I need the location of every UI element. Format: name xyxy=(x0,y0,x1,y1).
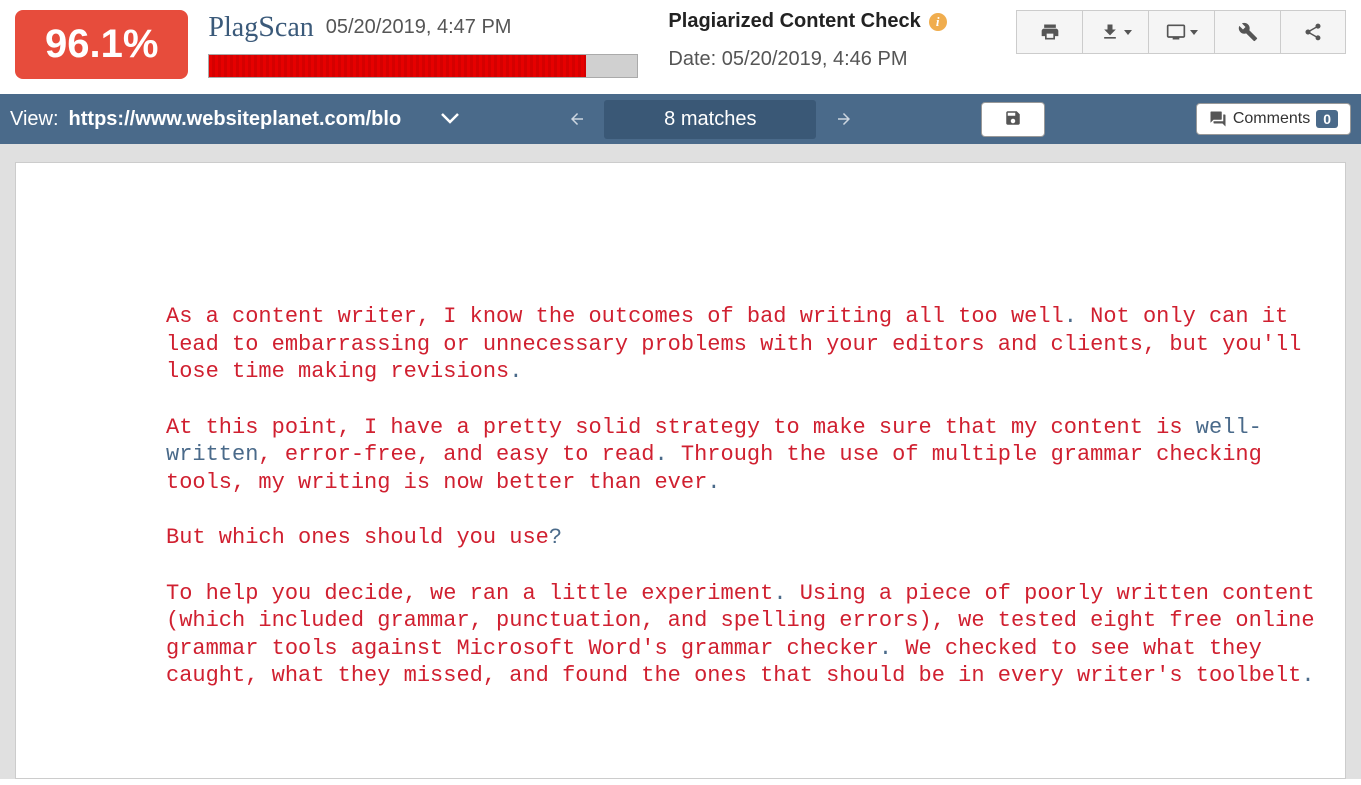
plagscan-logo: PlagScan xyxy=(208,10,313,44)
download-button[interactable] xyxy=(1082,10,1148,54)
comments-count: 0 xyxy=(1316,110,1338,128)
text-span: As a content writer, I know the outcomes… xyxy=(166,304,1064,329)
caret-down-icon xyxy=(1190,30,1198,35)
logo-section: PlagScan 05/20/2019, 4:47 PM xyxy=(208,10,638,78)
report-title: Plagiarized Content Check xyxy=(668,10,920,33)
toolbar xyxy=(1016,10,1346,54)
info-icon[interactable]: i xyxy=(929,13,947,31)
punct: . xyxy=(1301,663,1314,688)
save-icon xyxy=(1004,109,1022,127)
text-span: But which ones should you use xyxy=(166,525,549,550)
settings-button[interactable] xyxy=(1214,10,1280,54)
display-button[interactable] xyxy=(1148,10,1214,54)
arrow-right-icon xyxy=(835,110,853,128)
plagiarism-percentage: 96.1% xyxy=(15,10,188,79)
report-date: Date: 05/20/2019, 4:46 PM xyxy=(668,48,946,71)
view-url: https://www.websiteplanet.com/blo xyxy=(69,108,402,131)
punct: . xyxy=(707,470,720,495)
chevron-down-icon xyxy=(441,113,459,125)
text-span: At this point, I have a pretty solid str… xyxy=(166,415,1196,440)
share-button[interactable] xyxy=(1280,10,1346,54)
arrow-left-icon xyxy=(568,110,586,128)
monitor-icon xyxy=(1166,22,1186,42)
caret-down-icon xyxy=(1124,30,1132,35)
navigation-bar: View: https://www.websiteplanet.com/blo … xyxy=(0,94,1361,144)
comments-label: Comments xyxy=(1233,110,1310,128)
document-area: As a content writer, I know the outcomes… xyxy=(0,144,1361,779)
punct: . xyxy=(509,359,522,384)
header-top: 96.1% PlagScan 05/20/2019, 4:47 PM Plagi… xyxy=(0,0,1361,94)
paragraph-3: But which ones should you use? xyxy=(166,524,1325,552)
progress-fill xyxy=(209,55,586,77)
print-button[interactable] xyxy=(1016,10,1082,54)
document-page: As a content writer, I know the outcomes… xyxy=(15,162,1346,779)
comments-icon xyxy=(1209,110,1227,128)
text-span: To help you decide, we ran a little expe… xyxy=(166,581,773,606)
scan-timestamp: 05/20/2019, 4:47 PM xyxy=(326,16,512,39)
next-match-button[interactable] xyxy=(816,99,871,139)
match-count[interactable]: 8 matches xyxy=(604,100,816,139)
punct: . xyxy=(1064,304,1077,329)
match-navigation: 8 matches xyxy=(549,99,871,139)
document-content: As a content writer, I know the outcomes… xyxy=(166,303,1325,690)
punct: ? xyxy=(549,525,562,550)
punct: . xyxy=(655,442,668,467)
prev-match-button[interactable] xyxy=(549,99,604,139)
share-icon xyxy=(1303,22,1323,42)
plagiarism-progress-bar xyxy=(208,54,638,78)
print-icon xyxy=(1040,22,1060,42)
title-section: Plagiarized Content Check i Date: 05/20/… xyxy=(668,10,946,71)
download-icon xyxy=(1100,22,1120,42)
text-span: , error-free, and easy to read xyxy=(258,442,654,467)
punct: . xyxy=(773,581,786,606)
view-label: View: xyxy=(10,108,59,131)
save-button[interactable] xyxy=(981,102,1045,137)
comments-button[interactable]: Comments 0 xyxy=(1196,103,1351,135)
paragraph-1: As a content writer, I know the outcomes… xyxy=(166,303,1325,386)
paragraph-2: At this point, I have a pretty solid str… xyxy=(166,414,1325,497)
wrench-icon xyxy=(1238,22,1258,42)
paragraph-4: To help you decide, we ran a little expe… xyxy=(166,580,1325,690)
url-dropdown[interactable] xyxy=(441,108,459,131)
punct: . xyxy=(879,636,892,661)
